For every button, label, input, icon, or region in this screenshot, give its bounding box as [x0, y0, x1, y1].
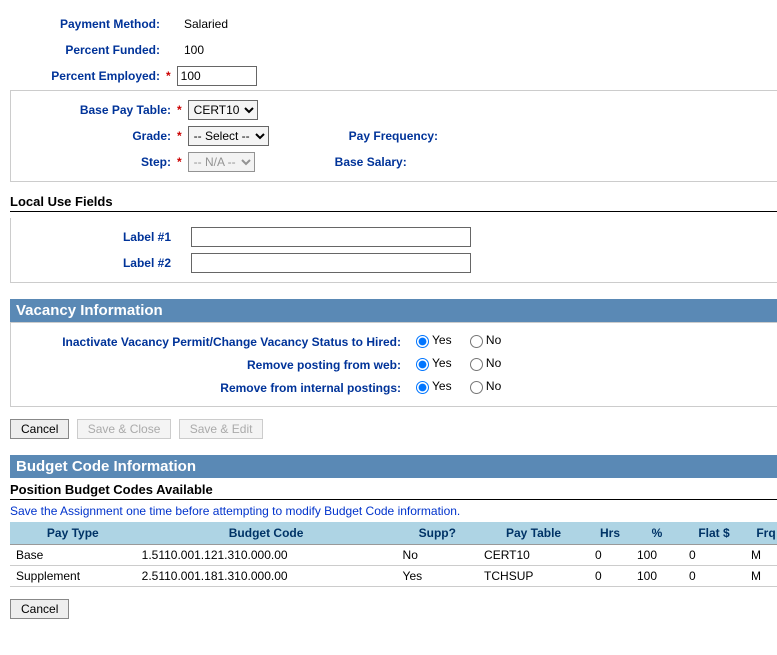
col-flat: Flat $: [683, 522, 745, 545]
cell-pay_table: CERT10: [478, 545, 589, 566]
label-2: Label #2: [21, 256, 177, 270]
required-marker: *: [177, 129, 188, 143]
required-marker: *: [177, 155, 188, 169]
base-pay-table-select[interactable]: CERT10: [188, 100, 258, 120]
col-pct: %: [631, 522, 683, 545]
cell-pay_type: Supplement: [10, 566, 136, 587]
col-supp: Supp?: [397, 522, 479, 545]
vacancy-q1-no[interactable]: No: [465, 332, 501, 348]
percent-employed-label: Percent Employed:: [10, 69, 166, 83]
vacancy-q3-no[interactable]: No: [465, 378, 501, 394]
cell-supp: Yes: [397, 566, 479, 587]
base-salary-label: Base Salary:: [255, 155, 407, 169]
cancel-button[interactable]: Cancel: [10, 419, 69, 439]
label-2-input[interactable]: [191, 253, 471, 273]
budget-code-title: Budget Code Information: [10, 455, 777, 478]
cancel-button-bottom[interactable]: Cancel: [10, 599, 69, 619]
percent-funded-label: Percent Funded:: [10, 43, 166, 57]
step-label: Step:: [21, 155, 177, 169]
table-row: Supplement2.5110.001.181.310.000.00YesTC…: [10, 566, 777, 587]
base-pay-table-label: Base Pay Table:: [21, 103, 177, 117]
budget-table: Pay Type Budget Code Supp? Pay Table Hrs…: [10, 522, 777, 587]
percent-funded-value: 100: [180, 43, 204, 57]
vacancy-q2-no[interactable]: No: [465, 355, 501, 371]
vacancy-q1-yes[interactable]: Yes: [411, 332, 452, 348]
col-hrs: Hrs: [589, 522, 631, 545]
save-close-button: Save & Close: [77, 419, 172, 439]
vacancy-q2-label: Remove posting from web:: [21, 358, 411, 372]
required-marker: *: [177, 103, 188, 117]
col-pay-type: Pay Type: [10, 522, 136, 545]
required-marker: *: [166, 69, 177, 83]
grade-label: Grade:: [21, 129, 177, 143]
pay-frequency-label: Pay Frequency:: [269, 129, 438, 143]
budget-hint: Save the Assignment one time before atte…: [10, 504, 777, 518]
cell-hrs: 0: [589, 566, 631, 587]
save-edit-button: Save & Edit: [179, 419, 264, 439]
cell-frq: M: [745, 566, 777, 587]
payment-method-label: Payment Method:: [10, 17, 166, 31]
cell-budget_code: 1.5110.001.121.310.000.00: [136, 545, 397, 566]
vacancy-q2-yes[interactable]: Yes: [411, 355, 452, 371]
label-1-input[interactable]: [191, 227, 471, 247]
cell-pct: 100: [631, 545, 683, 566]
vacancy-q3-yes[interactable]: Yes: [411, 378, 452, 394]
percent-employed-input[interactable]: [177, 66, 257, 86]
local-use-title: Local Use Fields: [10, 194, 777, 212]
vacancy-q1-label: Inactivate Vacancy Permit/Change Vacancy…: [21, 335, 411, 349]
step-select: -- N/A --: [188, 152, 255, 172]
cell-pay_type: Base: [10, 545, 136, 566]
cell-frq: M: [745, 545, 777, 566]
cell-budget_code: 2.5110.001.181.310.000.00: [136, 566, 397, 587]
grade-select[interactable]: -- Select --: [188, 126, 269, 146]
cell-hrs: 0: [589, 545, 631, 566]
vacancy-q3-label: Remove from internal postings:: [21, 381, 411, 395]
cell-pay_table: TCHSUP: [478, 566, 589, 587]
cell-supp: No: [397, 545, 479, 566]
col-frq: Frq: [745, 522, 777, 545]
label-1: Label #1: [21, 230, 177, 244]
col-pay-table: Pay Table: [478, 522, 589, 545]
payment-method-value: Salaried: [180, 17, 228, 31]
vacancy-info-title: Vacancy Information: [10, 299, 777, 322]
cell-flat: 0: [683, 545, 745, 566]
col-budget-code: Budget Code: [136, 522, 397, 545]
cell-pct: 100: [631, 566, 683, 587]
table-row: Base1.5110.001.121.310.000.00NoCERT10010…: [10, 545, 777, 566]
cell-flat: 0: [683, 566, 745, 587]
budget-subtitle: Position Budget Codes Available: [10, 482, 777, 500]
